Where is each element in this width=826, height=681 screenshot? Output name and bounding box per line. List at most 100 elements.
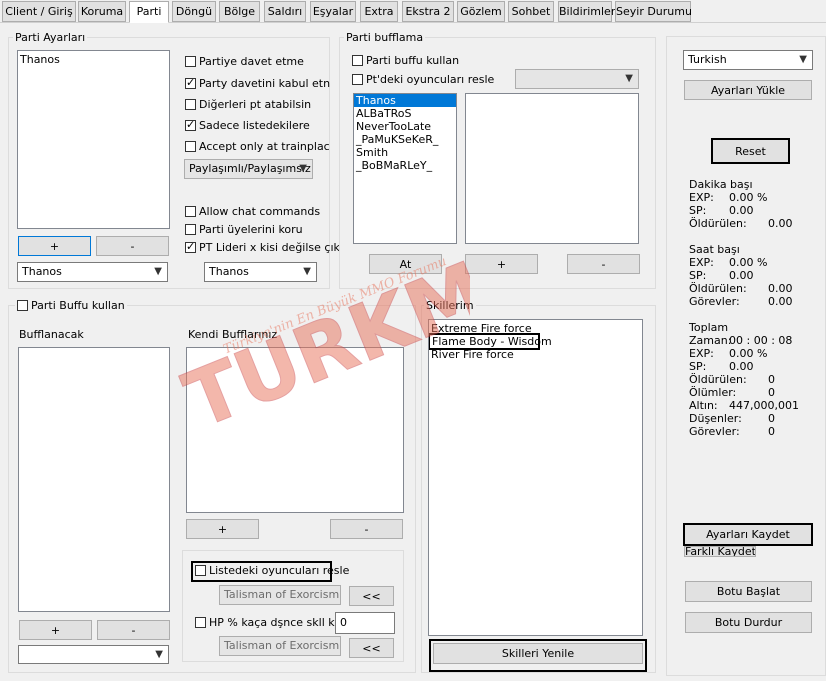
remove-member-button[interactable]: - (96, 236, 169, 256)
toplam-exp-label: EXP: (689, 347, 714, 360)
checkbox-checked-icon (185, 76, 196, 89)
add-talisman-1-button[interactable]: << (349, 586, 394, 606)
check-only-list[interactable]: Sadece listedekilere (185, 118, 310, 134)
check-trainplace[interactable]: Accept only at trainplac (185, 140, 330, 155)
tab-bolge[interactable]: Bölge (219, 1, 260, 22)
tab-client-giris[interactable]: Client / Giriş (2, 1, 76, 22)
tab-seyir-durumu[interactable]: Seyir Durumu (615, 1, 692, 22)
tab-sohbet[interactable]: Sohbet (508, 1, 554, 22)
check-others-invite[interactable]: Diğerleri pt atabilsin (185, 98, 311, 113)
party-player-list[interactable]: Thanos ALBaTRoS NeverTooLate _PaMuKSeKeR… (353, 93, 457, 244)
bufflanacak-label: Bufflanacak (19, 328, 84, 341)
bufflanacak-list[interactable] (18, 347, 170, 612)
add-member-button[interactable]: + (18, 236, 91, 256)
refresh-skills-button[interactable]: Skilleri Yenile (433, 643, 643, 664)
checkbox-icon (185, 224, 196, 235)
remove-buff-button[interactable]: - (567, 254, 640, 274)
tab-koruma[interactable]: Koruma (78, 1, 126, 22)
reset-button[interactable]: Reset (711, 138, 790, 164)
share-combo[interactable]: Paylaşımlı/Paylaşımsız ▼ (184, 159, 313, 179)
check-protect-members[interactable]: Parti üyelerini koru (185, 223, 303, 238)
list-item[interactable]: NeverTooLate (354, 120, 456, 133)
remove-bufflanacak-button[interactable]: - (97, 620, 170, 640)
list-item[interactable]: _PaMuKSeKeR_ (354, 133, 456, 146)
talisman-combo-2-value: Talisman of Exorcism (224, 639, 340, 652)
check-label: Parti buffu kullan (366, 54, 460, 67)
checkbox-icon (17, 300, 28, 311)
chevron-down-icon: ▼ (625, 73, 633, 84)
check-list-resle[interactable]: Listedeki oyuncuları resle (191, 561, 349, 582)
party-buff-list[interactable] (465, 93, 639, 244)
skill-list[interactable]: Extreme Fire force Flame Body - Wisdom R… (428, 319, 643, 636)
saat-sp-value: 0.00 (729, 269, 754, 282)
check-hp-percent[interactable]: HP % kaça dşnce skll kllr (195, 616, 345, 631)
toplam-death-value: 0 (768, 386, 775, 399)
check-leader-leave[interactable]: PT Lideri x kisi değilse çık (185, 240, 340, 256)
tab-parti[interactable]: Parti (129, 1, 169, 23)
language-combo[interactable]: Turkish ▼ (683, 50, 813, 70)
list-item[interactable]: River Fire force (429, 348, 642, 361)
talisman-combo-1[interactable]: Talisman of Exorcism (219, 585, 341, 605)
stop-bot-button[interactable]: Botu Durdur (685, 612, 812, 633)
checkbox-icon (185, 99, 196, 110)
dakika-exp-value: 0.00 % (729, 191, 768, 204)
check-no-invite[interactable]: Partiye davet etme (185, 55, 304, 70)
checkbox-icon (185, 141, 196, 152)
member-combo-value: Thanos (22, 265, 62, 278)
save-settings-button[interactable]: Ayarları Kaydet (683, 523, 813, 546)
list-item[interactable]: Thanos (354, 94, 456, 107)
check-label: Partiye davet etme (199, 55, 304, 68)
check-chat-commands[interactable]: Allow chat commands (185, 205, 320, 220)
language-value: Turkish (688, 53, 727, 66)
add-own-buff-button[interactable]: + (186, 519, 259, 539)
tab-ekstra-2[interactable]: Ekstra 2 (402, 1, 454, 22)
tab-extra[interactable]: Extra (360, 1, 398, 22)
add-buff-button[interactable]: + (465, 254, 538, 274)
toplam-drop-value: 0 (768, 412, 775, 425)
add-talisman-2-button[interactable]: << (349, 638, 394, 658)
talisman-combo-2[interactable]: Talisman of Exorcism (219, 636, 341, 656)
chevron-down-icon: ▼ (303, 266, 311, 277)
start-bot-button[interactable]: Botu Başlat (685, 581, 812, 602)
dakika-kill-value: 0.00 (768, 217, 793, 230)
check-party-resle[interactable]: Pt'deki oyuncuları resle (352, 73, 494, 88)
member-combo[interactable]: Thanos ▼ (17, 262, 168, 282)
list-item[interactable]: ALBaTRoS (354, 107, 456, 120)
dakika-sp-label: SP: (689, 204, 707, 217)
tab-gozlem[interactable]: Gözlem (457, 1, 505, 22)
list-item[interactable]: Smith (354, 146, 456, 159)
own-buff-list[interactable] (186, 347, 404, 513)
check-party-buff[interactable]: Parti buffu kullan (352, 54, 459, 69)
hp-percent-value: 0 (340, 616, 347, 629)
party-member-list[interactable]: Thanos (17, 50, 170, 229)
toplam-kill-label: Öldürülen: (689, 373, 747, 386)
list-item[interactable]: Thanos (18, 51, 169, 66)
buff-skill-combo[interactable]: ▼ (515, 69, 639, 89)
checkbox-icon (352, 55, 363, 66)
load-settings-button[interactable]: Ayarları Yükle (684, 80, 812, 100)
check-parti-buffu[interactable]: Parti Buffu kullan (15, 299, 127, 314)
toplam-drop-label: Düşenler: (689, 412, 742, 425)
remove-own-buff-button[interactable]: - (330, 519, 403, 539)
checkbox-icon (185, 206, 196, 217)
save-as-button[interactable]: Farklı Kaydet (684, 546, 756, 557)
toplam-gold-label: Altın: (689, 399, 718, 412)
kendi-bufflariniz-label: Kendi Bufflarınız (188, 328, 278, 341)
toplam-gold-value: 447,000,001 (729, 399, 799, 412)
check-accept-invite[interactable]: Party davetini kabul etn (185, 76, 330, 92)
add-bufflanacak-button[interactable]: + (19, 620, 92, 640)
hp-percent-input[interactable]: 0 (335, 612, 395, 634)
check-label: HP % kaça dşnce skll kllr (209, 616, 346, 629)
tab-dongu[interactable]: Döngü (172, 1, 216, 22)
check-label: Pt'deki oyuncuları resle (366, 73, 495, 86)
leader-combo[interactable]: Thanos ▼ (204, 262, 317, 282)
bufflanacak-combo[interactable]: ▼ (18, 645, 169, 664)
list-item[interactable]: _BoBMaRLeY_ (354, 159, 456, 172)
tab-saldiri[interactable]: Saldırı (264, 1, 306, 22)
tab-esyalar[interactable]: Eşyalar (310, 1, 356, 22)
chevron-down-icon: ▼ (154, 266, 162, 277)
tab-bildirimler[interactable]: Bildirimler (558, 1, 615, 22)
list-item[interactable]: Flame Body - Wisdom (429, 333, 552, 350)
list-item[interactable]: Extreme Fire force (429, 322, 642, 335)
at-button[interactable]: At (369, 254, 442, 274)
